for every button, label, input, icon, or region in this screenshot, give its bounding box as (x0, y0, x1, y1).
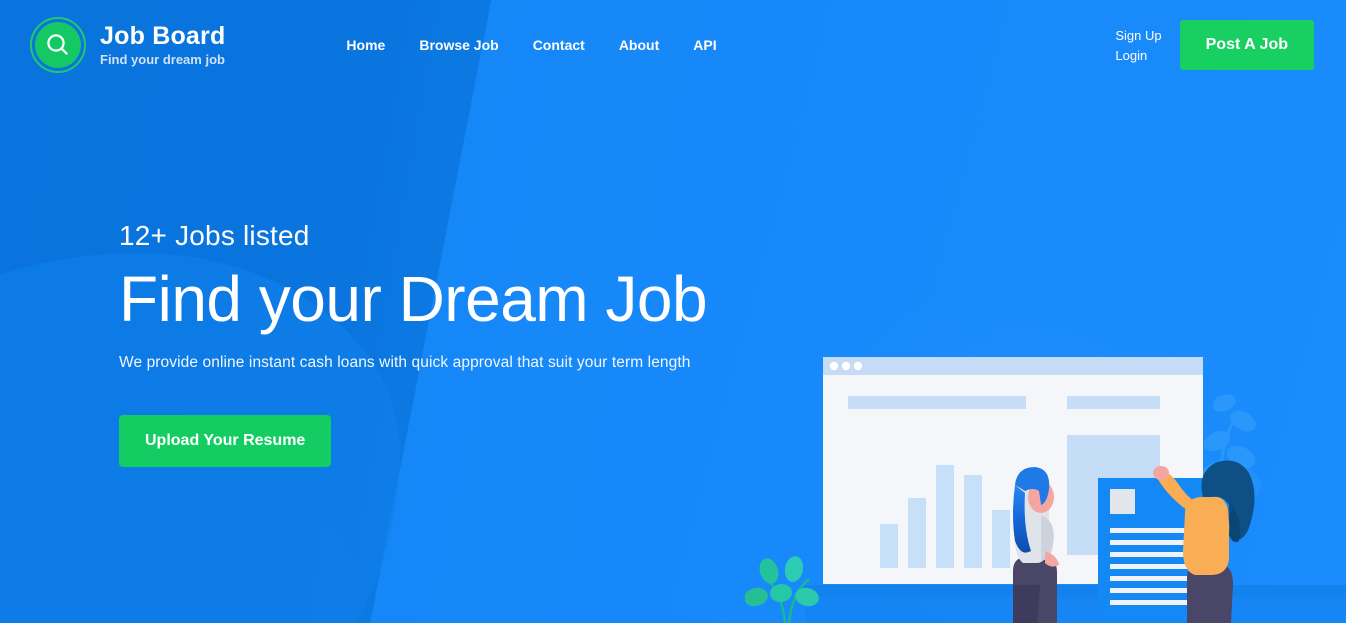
nav-item-about[interactable]: About (619, 37, 659, 53)
brand-logo[interactable]: Job Board Find your dream job (30, 17, 225, 73)
window-dot-1 (829, 361, 839, 371)
window-dot-2 (841, 361, 851, 371)
login-link[interactable]: Login (1115, 49, 1161, 62)
hero-section: 12+ Jobs listed Find your Dream Job We p… (0, 90, 760, 467)
photo-placeholder (1110, 489, 1135, 514)
signup-link[interactable]: Sign Up (1115, 29, 1161, 42)
nav-item-browse-job[interactable]: Browse Job (419, 37, 498, 53)
brand-title: Job Board (100, 22, 226, 51)
window-dot-3 (853, 361, 863, 371)
auth-links: Sign Up Login (1115, 29, 1161, 62)
brand-text: Job Board Find your dream job (100, 23, 225, 67)
header-actions: Sign Up Login Post A Job (1115, 20, 1314, 70)
jobs-listed-count: 12+ Jobs listed (119, 220, 310, 251)
content-bar-right (1067, 396, 1160, 409)
nav-item-home[interactable]: Home (346, 37, 385, 53)
post-a-job-button[interactable]: Post A Job (1179, 20, 1314, 70)
page-title: Find your Dream Job (119, 263, 708, 335)
logo-ring (30, 17, 86, 73)
brand-tagline: Find your dream job (100, 52, 225, 68)
nav-item-api[interactable]: API (693, 37, 716, 53)
upload-resume-button[interactable]: Upload Your Resume (119, 414, 332, 467)
content-bar-left (848, 396, 1026, 409)
person-left (1013, 467, 1059, 623)
hero-subtitle: We provide online instant cash loans wit… (119, 353, 691, 371)
primary-navigation: Home Browse Job Contact About API (346, 37, 716, 53)
job-search-illustration (745, 345, 1346, 623)
search-magnifier-icon (35, 22, 81, 68)
site-header: Job Board Find your dream job Home Brows… (0, 0, 1346, 90)
nav-item-contact[interactable]: Contact (533, 37, 585, 53)
